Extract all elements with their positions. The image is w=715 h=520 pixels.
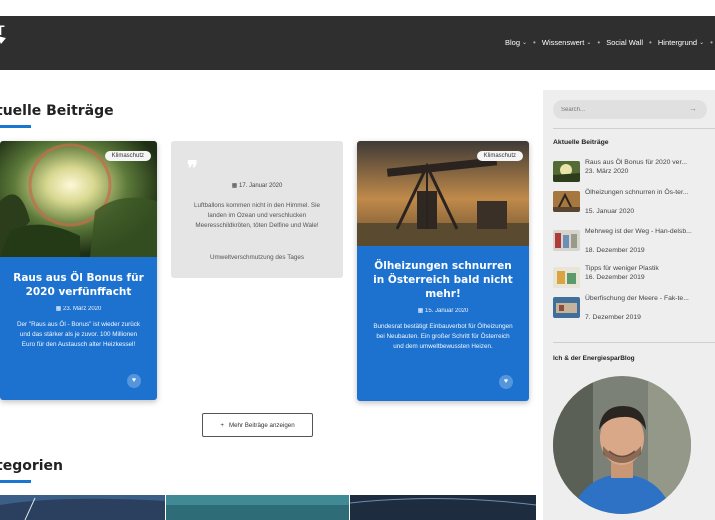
section-title-underline [0,125,31,128]
sidebar-recent-post[interactable]: Ölheizungen schnurren in Ös-ter... 15. J… [553,188,713,218]
post-thumbnail [553,230,580,251]
nav-label: Hintergrund [657,38,698,47]
post-date-text: 23. März 2020 [62,306,102,312]
post-title[interactable]: Raus aus Öl Bonus für 2020 verfünffacht [0,271,157,299]
post-thumbnail [553,191,580,212]
nav-separator: • [533,38,536,47]
sidebar-post-date: 18. Dezember 2019 [585,247,645,254]
category-tile-image[interactable] [0,495,165,520]
post-thumbnail [553,297,580,318]
sidebar-post-date: 7. Dezember 2019 [585,314,641,321]
post-thumbnail [553,161,580,182]
section-title-recent-posts: tuelle Beiträge [0,103,114,119]
section-title-categories: tegorien [0,458,63,474]
nav-separator: • [597,38,601,47]
nav-item-blog[interactable]: Blog ⌄ [505,38,527,47]
post-title[interactable]: Ölheizungen schnurren in Österreich bald… [357,259,529,301]
nav-item-social-wall[interactable]: Social Wall [606,38,643,47]
heart-icon[interactable]: ♥ [499,375,513,389]
logo-arrow-icon [0,36,6,44]
sidebar-recent-post[interactable]: Überfischung der Meere - Fak-te... 7. De… [553,294,713,324]
quote-card[interactable]: ❞ ▦ 17. Januar 2020 Luftballons kommen n… [171,141,343,278]
post-excerpt: Der "Raus aus Öl - Bonus" ist wieder zur… [16,321,141,348]
sidebar-post-title[interactable]: Tipps für weniger Plastik [585,264,710,273]
nav-label: Wissenswert [541,38,585,47]
nav-label: Blog [505,38,521,47]
arrow-right-icon[interactable]: → [689,104,697,113]
post-date: ▦ 23. März 2020 [0,305,157,312]
heart-icon[interactable]: ♥ [127,374,141,388]
post-thumbnail [553,267,580,288]
top-strip [0,0,715,16]
post-excerpt: Bundesrat bestätigt Einbauverbot für Ölh… [373,323,513,350]
search-input[interactable] [553,100,707,119]
sidebar: → Aktuelle Beiträge Raus aus Öl Bonus fü… [543,90,715,520]
load-more-label: Mehr Beiträge anzeigen [228,421,295,429]
sidebar-post-title[interactable]: Überfischung der Meere - Fak-te... [585,294,710,303]
author-avatar [553,376,691,514]
main-nav: Blog ⌄ • Wissenswert ⌄ • Social Wall • Hin… [505,38,715,47]
sidebar-divider [553,128,715,129]
site-logo[interactable]: T [0,23,8,50]
sidebar-post-date: 16. Dezember 2019 [585,274,645,281]
sidebar-post-date: 23. März 2020 [585,168,629,175]
post-card[interactable]: Klimaschutz Raus aus Öl Bonus für 2020 v… [0,141,157,400]
top-navbar: T Blog ⌄ • Wissenswert ⌄ • Social Wall • H… [0,16,715,70]
nav-separator: • [710,38,713,47]
quote-date-text: 17. Januar 2020 [238,183,283,189]
sidebar-post-date: 15. Januar 2020 [585,208,635,215]
post-card[interactable]: Klimaschutz Ölheizungen schnurren in Öst… [357,141,529,401]
quote-date: ▦ 17. Januar 2020 [171,182,343,189]
load-more-button[interactable]: + Mehr Beiträge anzeigen [202,413,313,437]
quote-source: Umweltverschmutzung des Tages [209,254,305,261]
nav-item-wissenswert[interactable]: Wissenswert ⌄ [542,38,592,47]
quote-icon: ❞ [187,156,198,180]
nav-label: Social Wall [606,38,644,47]
sidebar-heading-about: Ich & der EnergiesparBlog [553,355,635,362]
quote-text: Luftballons kommen nicht in den Himmel. … [194,202,320,229]
sidebar-post-title[interactable]: Ölheizungen schnurren in Ös-ter... [585,188,710,197]
sidebar-recent-post[interactable]: Mehrweg ist der Weg - Han-delsb... 18. D… [553,227,713,257]
sidebar-recent-post[interactable]: Raus aus Öl Bonus für 2020 ver... 23. Mä… [553,158,713,188]
calendar-icon: ▦ [417,308,424,314]
category-badge[interactable]: Klimaschutz [476,151,523,161]
section-title-underline [0,480,31,483]
nav-item-hintergrund[interactable]: Hintergrund ⌄ [658,38,704,47]
chevron-down-icon: ⌄ [522,40,528,46]
post-date-text: 15. Januar 2020 [424,308,469,314]
calendar-icon: ▦ [231,183,238,189]
nav-separator: • [649,38,652,47]
sidebar-recent-post[interactable]: Tipps für weniger Plastik 16. Dezember 2… [553,264,713,294]
category-tile-image[interactable] [166,495,349,520]
post-date: ▦ 15. Januar 2020 [357,307,529,314]
plus-icon: + [220,421,224,429]
sidebar-post-title[interactable]: Mehrweg ist der Weg - Han-delsb... [585,227,710,236]
sidebar-post-title[interactable]: Raus aus Öl Bonus für 2020 ver... [585,158,710,167]
sidebar-divider [553,342,715,343]
sidebar-heading-recent: Aktuelle Beiträge [553,139,609,146]
calendar-icon: ▦ [55,306,62,312]
chevron-down-icon: ⌄ [699,40,705,46]
category-badge[interactable]: Klimaschutz [104,151,151,161]
chevron-down-icon: ⌄ [586,40,592,46]
category-tile-image[interactable] [350,495,536,520]
